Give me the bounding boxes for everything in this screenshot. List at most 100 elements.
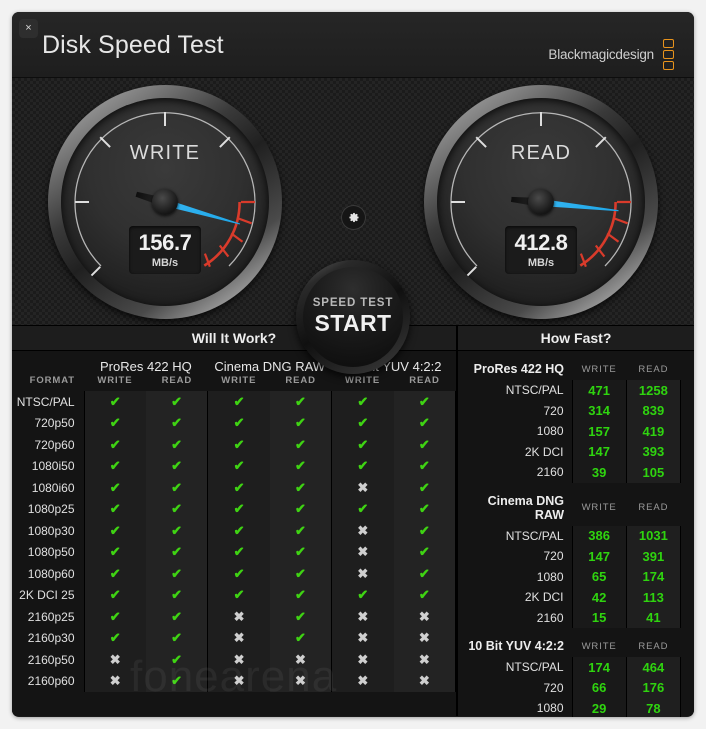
supported-check-icon: ✔ <box>331 584 394 606</box>
resolution-label: 1080 <box>536 569 564 584</box>
read-gauge-label: READ <box>510 142 572 164</box>
format-label: 1080p25 <box>27 502 75 517</box>
unsupported-cross-icon: ✖ <box>83 670 146 692</box>
unsupported-cross-icon: ✖ <box>393 649 456 671</box>
write-readout: 156.7 MB/s <box>129 226 201 274</box>
subheader-yuv-read: READ <box>409 375 440 386</box>
how-fast-section-header: ProRes 422 HQ WRITE READ <box>466 360 681 380</box>
table-row: 2K DCI 25 ✔ ✔ ✔ ✔ ✔ ✔ <box>12 584 456 606</box>
table-row: 1080p25 ✔ ✔ ✔ ✔ ✔ ✔ <box>12 498 456 520</box>
how-fast-section-header: 10 Bit YUV 4:2:2 WRITE READ <box>466 637 681 657</box>
write-speed-value: 29 <box>571 698 627 717</box>
resolution-label: 2K DCI <box>524 444 564 459</box>
read-speed-value: 419 <box>625 421 682 442</box>
supported-check-icon: ✔ <box>145 391 208 413</box>
blackmagic-squares-icon <box>663 39 674 70</box>
table-row: 2160 15 41 <box>466 607 682 628</box>
supported-check-icon: ✔ <box>269 412 332 434</box>
supported-check-icon: ✔ <box>145 455 208 477</box>
supported-check-icon: ✔ <box>331 498 394 520</box>
supported-check-icon: ✔ <box>207 477 270 499</box>
supported-check-icon: ✔ <box>269 606 332 628</box>
write-speed-value: 65 <box>571 566 627 587</box>
supported-check-icon: ✔ <box>145 563 208 585</box>
table-row: 2160p25 ✔ ✔ ✖ ✔ ✖ ✖ <box>12 606 456 628</box>
table-row: 720 314 839 <box>466 400 682 421</box>
how-fast-section-name: ProRes 422 HQ <box>473 362 564 376</box>
supported-check-icon: ✔ <box>393 563 456 585</box>
read-speed-value: 78 <box>625 698 682 717</box>
unsupported-cross-icon: ✖ <box>269 670 332 692</box>
supported-check-icon: ✔ <box>393 520 456 542</box>
table-row: 2160p60 ✖ ✔ ✖ ✖ ✖ ✖ <box>12 670 456 692</box>
supported-check-icon: ✔ <box>83 520 146 542</box>
write-needle-hub <box>152 189 178 215</box>
resolution-label: NTSC/PAL <box>505 383 564 398</box>
supported-check-icon: ✔ <box>207 498 270 520</box>
read-speed-value: 839 <box>625 400 682 421</box>
write-speed-value: 471 <box>571 380 627 401</box>
format-label: 720p50 <box>34 416 75 431</box>
write-speed-value: 42 <box>571 587 627 608</box>
read-needle-hub <box>528 189 554 215</box>
unsupported-cross-icon: ✖ <box>331 606 394 628</box>
subheader-yuv-write: WRITE <box>345 375 381 386</box>
how-fast-write-header: WRITE <box>581 502 617 513</box>
supported-check-icon: ✔ <box>269 498 332 520</box>
format-column-header: FORMAT <box>29 375 75 386</box>
table-row: NTSC/PAL 471 1258 <box>466 380 682 401</box>
supported-check-icon: ✔ <box>145 649 208 671</box>
resolution-label: NTSC/PAL <box>505 660 564 675</box>
write-speed-value: 147 <box>571 546 627 567</box>
brand-logo-group: Blackmagicdesign <box>548 39 674 70</box>
table-row: NTSC/PAL 386 1031 <box>466 525 682 546</box>
read-speed-value: 105 <box>625 462 682 483</box>
table-row: 1080p50 ✔ ✔ ✔ ✔ ✖ ✔ <box>12 541 456 563</box>
supported-check-icon: ✔ <box>393 412 456 434</box>
supported-check-icon: ✔ <box>145 606 208 628</box>
unsupported-cross-icon: ✖ <box>207 670 270 692</box>
how-fast-body: ProRes 422 HQ WRITE READ NTSC/PAL 471 1258 720… <box>458 351 694 717</box>
unsupported-cross-icon: ✖ <box>331 477 394 499</box>
supported-check-icon: ✔ <box>207 391 270 413</box>
write-speed-value: 39 <box>571 462 627 483</box>
supported-check-icon: ✔ <box>145 670 208 692</box>
write-unit: MB/s <box>151 257 179 269</box>
format-label: 1080i60 <box>31 480 75 495</box>
speed-test-start-button[interactable]: SPEED TEST START <box>296 260 410 374</box>
how-fast-section-name: Cinema DNG RAW <box>487 493 564 522</box>
supported-check-icon: ✔ <box>83 563 146 585</box>
supported-check-icon: ✔ <box>393 391 456 413</box>
supported-check-icon: ✔ <box>145 477 208 499</box>
unsupported-cross-icon: ✖ <box>207 627 270 649</box>
unsupported-cross-icon: ✖ <box>331 541 394 563</box>
how-fast-section-header: Cinema DNG RAW WRITE READ <box>466 492 681 526</box>
supported-check-icon: ✔ <box>83 455 146 477</box>
close-icon[interactable]: × <box>19 19 38 38</box>
gear-glyph <box>348 212 359 223</box>
format-label: 2160p50 <box>27 652 75 667</box>
disk-speed-test-window: × Disk Speed Test Blackmagicdesign WRITE… <box>12 12 694 717</box>
write-speed-value: 386 <box>571 525 627 546</box>
read-unit: MB/s <box>527 257 555 269</box>
write-gauge: WRITE 156.7 MB/s <box>48 85 282 319</box>
start-button-label: START <box>314 310 392 336</box>
write-speed-value: 66 <box>571 677 627 698</box>
format-label: 2160p25 <box>27 609 75 624</box>
unsupported-cross-icon: ✖ <box>331 520 394 542</box>
gear-icon[interactable] <box>340 205 366 230</box>
read-speed-value: 113 <box>625 587 682 608</box>
supported-check-icon: ✔ <box>269 520 332 542</box>
supported-check-icon: ✔ <box>393 584 456 606</box>
group-header-prores: ProRes 422 HQ <box>100 359 192 374</box>
how-fast-section-name: 10 Bit YUV 4:2:2 <box>468 639 564 653</box>
subheader-dng-write: WRITE <box>221 375 257 386</box>
will-it-work-body: NTSC/PAL ✔ ✔ ✔ ✔ ✔ ✔ 720p50 ✔ ✔ ✔ ✔ ✔ ✔ 720p60 ✔ ✔ ✔ ✔ ✔ ✔ 10… <box>12 391 456 692</box>
will-it-work-panel: Will It Work? FORMAT ProRes 422 HQ Cinem… <box>12 326 456 716</box>
format-label: 2160p60 <box>27 674 75 689</box>
supported-check-icon: ✔ <box>207 541 270 563</box>
title-bar: Disk Speed Test Blackmagicdesign <box>12 12 694 78</box>
unsupported-cross-icon: ✖ <box>331 670 394 692</box>
subheader-prores-read: READ <box>161 375 193 386</box>
write-speed-value: 147 <box>571 441 627 462</box>
